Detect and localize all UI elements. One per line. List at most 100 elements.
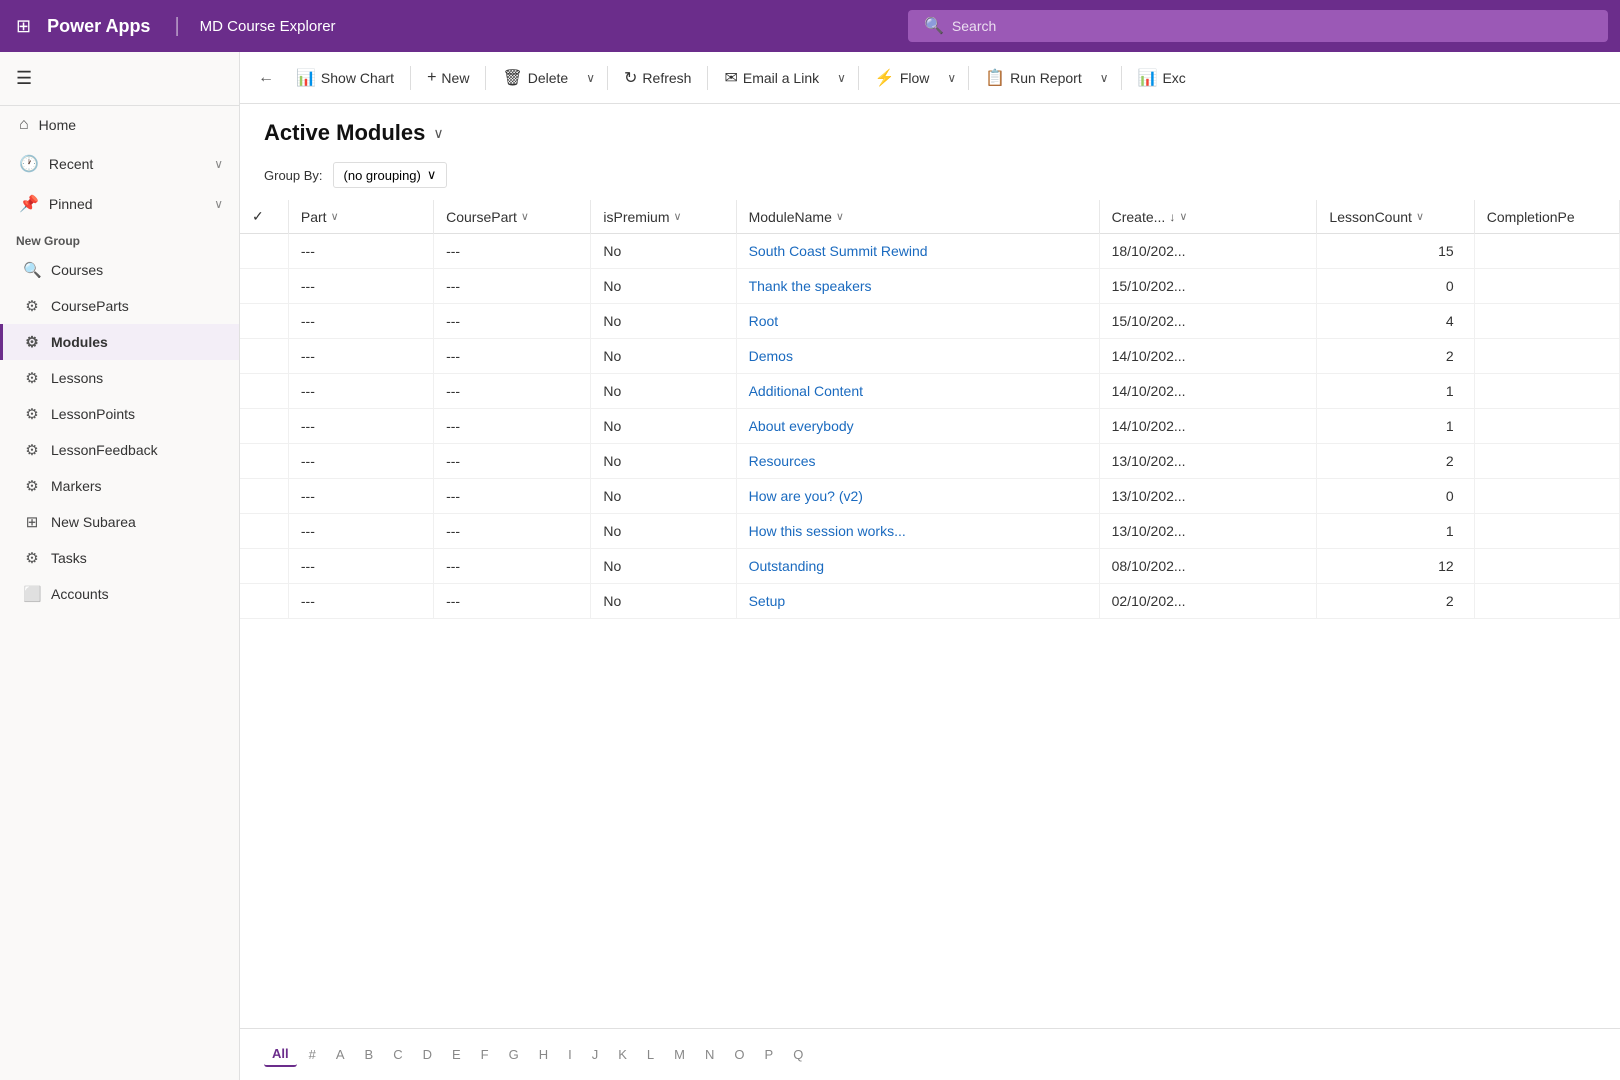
search-bar[interactable]: 🔍	[908, 10, 1608, 42]
hamburger-button[interactable]: ☰	[0, 60, 239, 97]
row-modulename[interactable]: Root	[736, 304, 1099, 339]
pagination-item[interactable]: F	[473, 1043, 497, 1066]
pagination-item[interactable]: #	[301, 1043, 324, 1066]
main-layout: ☰ ⌂ Home 🕐 Recent ∨ 📌 Pinned ∨ New Group…	[0, 52, 1620, 1080]
excel-button[interactable]: 📊 Exc	[1128, 62, 1196, 94]
flow-button[interactable]: ⚡ Flow	[865, 62, 939, 94]
row-modulename[interactable]: How are you? (v2)	[736, 479, 1099, 514]
pagination-item[interactable]: C	[385, 1043, 410, 1066]
table-row[interactable]: --- --- No Outstanding 08/10/202... 12	[240, 549, 1620, 584]
show-chart-button[interactable]: 📊 Show Chart	[286, 62, 404, 94]
table-row[interactable]: --- --- No Setup 02/10/202... 2	[240, 584, 1620, 619]
pagination-item[interactable]: All	[264, 1042, 297, 1067]
pagination-item[interactable]: J	[584, 1043, 607, 1066]
column-header-coursepart[interactable]: CoursePart∨	[434, 200, 591, 234]
row-check[interactable]	[240, 269, 288, 304]
column-header-check[interactable]: ✓	[240, 200, 288, 234]
email-link-chevron[interactable]: ∨	[831, 65, 852, 91]
row-modulename[interactable]: Thank the speakers	[736, 269, 1099, 304]
refresh-button[interactable]: ↻ Refresh	[614, 62, 701, 94]
email-link-button[interactable]: ✉ Email a Link	[714, 62, 829, 94]
group-by-select[interactable]: (no grouping) ∨	[333, 162, 448, 188]
row-modulename[interactable]: How this session works...	[736, 514, 1099, 549]
pagination-item[interactable]: N	[697, 1043, 722, 1066]
pagination-item[interactable]: Q	[785, 1043, 811, 1066]
row-modulename[interactable]: Setup	[736, 584, 1099, 619]
sidebar-item-courses[interactable]: 🔍 Courses	[0, 252, 239, 288]
sidebar-item-lessonpoints[interactable]: ⚙ LessonPoints	[0, 396, 239, 432]
row-check[interactable]	[240, 514, 288, 549]
row-modulename[interactable]: South Coast Summit Rewind	[736, 234, 1099, 269]
toolbar-divider	[968, 66, 969, 90]
pagination-item[interactable]: D	[415, 1043, 440, 1066]
sidebar-item-recent[interactable]: 🕐 Recent ∨	[0, 144, 239, 184]
table-row[interactable]: --- --- No About everybody 14/10/202... …	[240, 409, 1620, 444]
delete-button[interactable]: 🗑 Delete	[492, 62, 578, 94]
sidebar-item-label: New Subarea	[51, 514, 136, 530]
table-row[interactable]: --- --- No How this session works... 13/…	[240, 514, 1620, 549]
pagination-item[interactable]: K	[610, 1043, 635, 1066]
table-row[interactable]: --- --- No How are you? (v2) 13/10/202..…	[240, 479, 1620, 514]
row-modulename[interactable]: Outstanding	[736, 549, 1099, 584]
table-row[interactable]: --- --- No Additional Content 14/10/202.…	[240, 374, 1620, 409]
column-header-created[interactable]: Create...↓∨	[1099, 200, 1317, 234]
row-modulename[interactable]: Demos	[736, 339, 1099, 374]
waffle-icon[interactable]: ⊞	[12, 12, 35, 41]
pagination-item[interactable]: G	[501, 1043, 527, 1066]
sidebar-item-lessonfeedback[interactable]: ⚙ LessonFeedback	[0, 432, 239, 468]
pagination-item[interactable]: M	[666, 1043, 693, 1066]
row-check[interactable]	[240, 479, 288, 514]
row-completionpe	[1474, 269, 1619, 304]
table-row[interactable]: --- --- No Demos 14/10/202... 2	[240, 339, 1620, 374]
flow-icon: ⚡	[875, 68, 895, 88]
sidebar-item-courseparts[interactable]: ⚙ CourseParts	[0, 288, 239, 324]
pagination-item[interactable]: L	[639, 1043, 662, 1066]
row-check[interactable]	[240, 234, 288, 269]
table-row[interactable]: --- --- No South Coast Summit Rewind 18/…	[240, 234, 1620, 269]
row-created: 15/10/202...	[1099, 304, 1317, 339]
table-row[interactable]: --- --- No Root 15/10/202... 4	[240, 304, 1620, 339]
row-modulename[interactable]: About everybody	[736, 409, 1099, 444]
column-header-completionpe[interactable]: CompletionPe	[1474, 200, 1619, 234]
sidebar-item-markers[interactable]: ⚙ Markers	[0, 468, 239, 504]
pagination-item[interactable]: E	[444, 1043, 469, 1066]
row-modulename[interactable]: Additional Content	[736, 374, 1099, 409]
title-dropdown-icon[interactable]: ∨	[433, 125, 443, 142]
pagination-bar: All#ABCDEFGHIJKLMNOPQ	[240, 1028, 1620, 1080]
search-input[interactable]	[952, 18, 1592, 34]
column-header-modulename[interactable]: ModuleName∨	[736, 200, 1099, 234]
run-report-button[interactable]: 📋 Run Report	[975, 62, 1092, 94]
pagination-item[interactable]: H	[531, 1043, 556, 1066]
pagination-item[interactable]: P	[757, 1043, 782, 1066]
row-modulename[interactable]: Resources	[736, 444, 1099, 479]
sidebar-item-modules[interactable]: ⚙ Modules	[0, 324, 239, 360]
row-check[interactable]	[240, 549, 288, 584]
pagination-item[interactable]: O	[726, 1043, 752, 1066]
row-check[interactable]	[240, 304, 288, 339]
delete-chevron[interactable]: ∨	[580, 65, 601, 91]
row-check[interactable]	[240, 374, 288, 409]
row-check[interactable]	[240, 339, 288, 374]
sidebar-item-accounts[interactable]: ⬜ Accounts	[0, 576, 239, 612]
table-header-row: ✓ Part∨ CoursePart∨ isPremium∨	[240, 200, 1620, 234]
back-button[interactable]: ←	[248, 63, 284, 93]
column-header-part[interactable]: Part∨	[288, 200, 433, 234]
run-report-chevron[interactable]: ∨	[1094, 65, 1115, 91]
sidebar-item-tasks[interactable]: ⚙ Tasks	[0, 540, 239, 576]
row-check[interactable]	[240, 444, 288, 479]
sidebar-item-lessons[interactable]: ⚙ Lessons	[0, 360, 239, 396]
table-row[interactable]: --- --- No Resources 13/10/202... 2	[240, 444, 1620, 479]
pagination-item[interactable]: B	[357, 1043, 382, 1066]
pagination-item[interactable]: I	[560, 1043, 580, 1066]
flow-chevron[interactable]: ∨	[941, 65, 962, 91]
pagination-item[interactable]: A	[328, 1043, 353, 1066]
sidebar-item-newsubarea[interactable]: ⊞ New Subarea	[0, 504, 239, 540]
table-row[interactable]: --- --- No Thank the speakers 15/10/202.…	[240, 269, 1620, 304]
row-check[interactable]	[240, 409, 288, 444]
new-button[interactable]: + New	[417, 63, 479, 93]
column-header-ispremium[interactable]: isPremium∨	[591, 200, 736, 234]
row-check[interactable]	[240, 584, 288, 619]
column-header-lessoncount[interactable]: LessonCount∨	[1317, 200, 1474, 234]
sidebar-item-home[interactable]: ⌂ Home	[0, 106, 239, 144]
sidebar-item-pinned[interactable]: 📌 Pinned ∨	[0, 184, 239, 224]
